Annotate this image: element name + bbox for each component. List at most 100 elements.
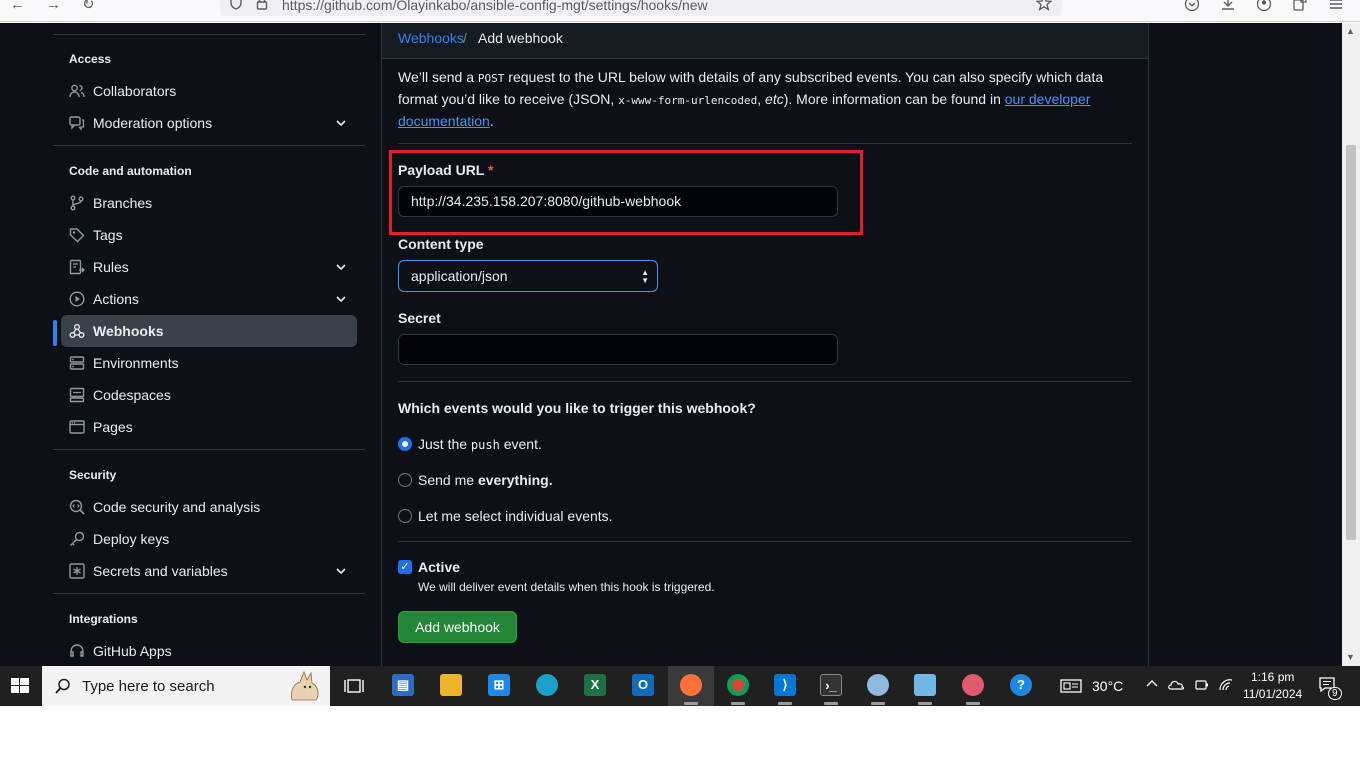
payload-url-input[interactable]: http://34.235.158.207:8080/github-webhoo… xyxy=(398,186,838,217)
intro-code-format: x-www-form-urlencoded xyxy=(618,94,758,107)
radio-everything[interactable] xyxy=(398,473,412,487)
pocket-icon[interactable] xyxy=(1184,0,1200,15)
address-bar[interactable]: https://github.com/Olayinkabo/ansible-co… xyxy=(220,0,1062,16)
github-settings-page: Access Collaborators Moderation options … xyxy=(0,23,1342,666)
taskbar-app-paint[interactable] xyxy=(855,666,901,706)
onedrive-icon[interactable] xyxy=(1168,678,1186,695)
sidebar-item-codespaces[interactable]: Codespaces xyxy=(61,379,357,411)
sidebar-divider xyxy=(53,449,365,450)
sidebar-item-environments[interactable]: Environments xyxy=(61,347,357,379)
sidebar-item-label: Actions xyxy=(93,291,139,307)
battery-icon[interactable] xyxy=(1195,678,1209,695)
edge-icon xyxy=(536,674,558,696)
active-label[interactable]: Active xyxy=(418,559,460,575)
account-icon[interactable] xyxy=(1256,0,1272,15)
taskbar-app-vscode[interactable]: ⟩ xyxy=(762,666,808,706)
taskbar-app-terminal[interactable]: ›_ xyxy=(808,666,854,706)
server-icon xyxy=(69,356,85,370)
sidebar-item-label: Collaborators xyxy=(93,83,177,99)
taskbar-app-help[interactable]: ? xyxy=(998,666,1044,706)
people-icon xyxy=(69,84,85,98)
sidebar-item-webhooks[interactable]: Webhooks xyxy=(61,315,357,347)
sidebar-divider xyxy=(53,145,365,146)
sidebar-item-tags[interactable]: Tags xyxy=(61,219,357,251)
sidebar-item-secrets-variables[interactable]: Secrets and variables xyxy=(61,555,357,587)
codescan-icon xyxy=(69,499,85,515)
taskbar-app-edge[interactable] xyxy=(524,666,570,706)
page-title: Add webhook xyxy=(478,30,563,46)
start-button[interactable] xyxy=(0,666,40,706)
content-type-label: Content type xyxy=(398,236,484,252)
taskbar-app-file-explorer[interactable] xyxy=(428,666,474,706)
sidebar-item-actions[interactable]: Actions xyxy=(61,283,357,315)
screen: ← → ↻ https://github.com/Olayinkabo/ansi… xyxy=(0,0,1366,768)
menu-icon[interactable] xyxy=(1328,0,1344,15)
events-question: Which events would you like to trigger t… xyxy=(398,400,756,416)
radio-push-event[interactable] xyxy=(398,437,412,451)
play-icon xyxy=(69,291,85,307)
sidebar-item-label: Webhooks xyxy=(93,323,164,339)
weather-temperature[interactable]: 30°C xyxy=(1092,678,1123,694)
extensions-icon[interactable] xyxy=(1292,0,1308,15)
active-checkbox[interactable]: ✓ xyxy=(398,560,412,574)
taskbar-app-firefox[interactable] xyxy=(668,666,714,706)
browser-toolbar: ← → ↻ https://github.com/Olayinkabo/ansi… xyxy=(0,0,1366,22)
radio-everything-label[interactable]: Send me everything. xyxy=(418,472,553,488)
reload-button[interactable]: ↻ xyxy=(82,0,95,16)
task-view-button[interactable] xyxy=(331,666,377,706)
section-divider xyxy=(398,143,1132,144)
clock-time[interactable]: 1:16 pm xyxy=(1251,670,1294,684)
content-type-select[interactable]: application/json ▲ ▼ xyxy=(398,260,658,292)
taskbar-app-excel[interactable]: X xyxy=(572,666,618,706)
browser-icon xyxy=(69,420,85,434)
download-icon[interactable] xyxy=(1220,0,1236,15)
sidebar-item-collaborators[interactable]: Collaborators xyxy=(61,75,357,107)
radio-individual-events[interactable] xyxy=(398,509,412,523)
taskbar-search[interactable]: Type here to search xyxy=(42,666,330,706)
scroll-thumb[interactable] xyxy=(1346,145,1356,540)
secret-input[interactable] xyxy=(398,334,838,365)
shield-icon xyxy=(230,0,242,13)
add-webhook-button[interactable]: Add webhook xyxy=(398,611,517,643)
forward-button[interactable]: → xyxy=(46,0,61,16)
taskbar-app-snipping[interactable] xyxy=(950,666,996,706)
sidebar-item-code-security[interactable]: Code security and analysis xyxy=(61,491,357,523)
back-button[interactable]: ← xyxy=(10,0,25,16)
blank-area xyxy=(0,706,1366,768)
webhook-icon xyxy=(69,324,85,338)
sidebar-item-rules[interactable]: Rules xyxy=(61,251,357,283)
radio-label-text: Just the xyxy=(418,436,471,452)
sidebar-item-branches[interactable]: Branches xyxy=(61,187,357,219)
taskbar-app-chrome[interactable] xyxy=(715,666,761,706)
lock-icon xyxy=(256,0,268,13)
radio-label-text: Send me xyxy=(418,472,478,488)
taskbar-app-store[interactable]: ⊞ xyxy=(476,666,522,706)
sidebar-item-github-apps[interactable]: GitHub Apps xyxy=(61,635,357,666)
radio-label-text: event. xyxy=(499,436,542,452)
tray-chevron-up-icon[interactable] xyxy=(1146,678,1158,693)
page-scrollbar[interactable]: ▲ ▼ xyxy=(1342,23,1360,666)
help-icon: ? xyxy=(1010,674,1032,696)
breadcrumb-webhooks-link[interactable]: Webhooks xyxy=(398,30,464,46)
required-marker: * xyxy=(488,162,494,178)
taskbar-app-notepad[interactable] xyxy=(902,666,948,706)
sidebar-item-deploy-keys[interactable]: Deploy keys xyxy=(61,523,357,555)
branch-icon xyxy=(70,195,84,211)
radio-individual-events-label[interactable]: Let me select individual events. xyxy=(418,508,613,524)
clock-date[interactable]: 11/01/2024 xyxy=(1243,687,1302,701)
sidebar-item-pages[interactable]: Pages xyxy=(61,411,357,443)
taskbar-app-outlook[interactable]: O xyxy=(620,666,666,706)
scroll-down-icon[interactable]: ▼ xyxy=(1346,652,1355,662)
radio-push-event-label[interactable]: Just the push event. xyxy=(418,436,542,452)
wifi-icon[interactable] xyxy=(1218,678,1234,695)
taskbar-app-news[interactable]: ▤ xyxy=(380,666,426,706)
section-divider xyxy=(398,381,1132,382)
bookmark-star-icon[interactable] xyxy=(1035,0,1053,14)
windows-icon xyxy=(11,678,29,693)
sidebar-item-moderation-options[interactable]: Moderation options xyxy=(61,107,357,139)
scroll-up-icon[interactable]: ▲ xyxy=(1346,26,1355,36)
chevron-down-icon xyxy=(336,296,346,303)
radio-label-code: push xyxy=(470,438,500,452)
terminal-icon: ›_ xyxy=(820,674,842,696)
section-divider xyxy=(398,541,1132,542)
